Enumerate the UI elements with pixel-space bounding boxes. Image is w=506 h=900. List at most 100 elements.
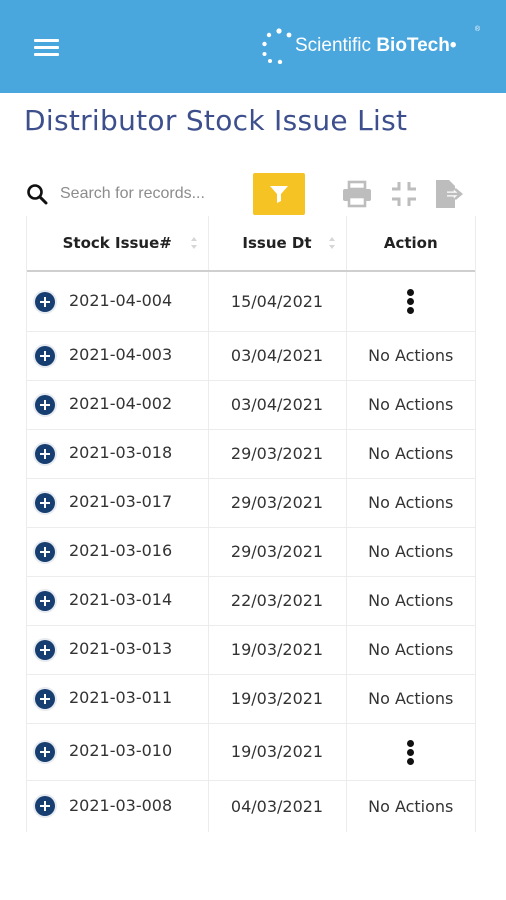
table-row[interactable]: 2021-03-014 22/03/2021 No Actions	[27, 576, 475, 626]
more-actions-icon[interactable]	[407, 288, 415, 315]
sort-icon[interactable]	[190, 236, 198, 250]
filter-icon	[270, 186, 288, 203]
action-cell: No Actions	[346, 780, 475, 832]
stock-issue-cell: 2021-03-013	[27, 625, 209, 675]
issue-date-cell: 29/03/2021	[208, 429, 347, 479]
column-label: Issue Dt	[242, 234, 312, 252]
page-title: Distributor Stock Issue List	[24, 104, 408, 137]
expand-row-icon[interactable]	[35, 394, 55, 415]
expand-row-icon[interactable]	[35, 291, 55, 312]
table-row[interactable]: 2021-03-016 29/03/2021 No Actions	[27, 527, 475, 577]
stock-issue-number: 2021-03-014	[69, 590, 173, 610]
search-input[interactable]	[60, 180, 260, 208]
expand-row-icon[interactable]	[35, 541, 55, 562]
no-actions-label: No Actions	[368, 542, 454, 561]
collapse-icon[interactable]	[387, 177, 421, 211]
stock-issue-cell: 2021-04-004	[27, 271, 209, 332]
action-cell: No Actions	[346, 331, 475, 381]
sort-icon[interactable]	[328, 236, 336, 250]
action-cell: No Actions	[346, 625, 475, 675]
stock-issue-cell: 2021-03-016	[27, 527, 209, 577]
expand-row-icon[interactable]	[35, 443, 55, 464]
stock-issue-number: 2021-03-010	[69, 741, 173, 761]
issue-date-cell: 29/03/2021	[208, 478, 347, 528]
issue-date-cell: 19/03/2021	[208, 723, 347, 781]
table-row[interactable]: 2021-03-010 19/03/2021	[27, 723, 475, 781]
table-row[interactable]: 2021-03-017 29/03/2021 No Actions	[27, 478, 475, 528]
action-cell: No Actions	[346, 429, 475, 479]
issue-date-cell: 03/04/2021	[208, 380, 347, 430]
column-label: Stock Issue#	[62, 234, 172, 252]
menu-icon[interactable]	[34, 39, 59, 57]
expand-row-icon[interactable]	[35, 688, 55, 709]
no-actions-label: No Actions	[368, 591, 454, 610]
table-body: 2021-04-004 15/04/2021 2021-04-003 03/04/20…	[27, 271, 475, 832]
export-icon[interactable]	[432, 177, 466, 211]
table-row[interactable]: 2021-03-011 19/03/2021 No Actions	[27, 674, 475, 724]
no-actions-label: No Actions	[368, 395, 454, 414]
expand-row-icon[interactable]	[35, 741, 55, 762]
stock-issue-cell: 2021-03-017	[27, 478, 209, 528]
column-header-stock-issue[interactable]: Stock Issue#	[27, 216, 209, 272]
expand-row-icon[interactable]	[35, 639, 55, 660]
no-actions-label: No Actions	[368, 640, 454, 659]
column-header-issue-dt[interactable]: Issue Dt	[208, 216, 347, 272]
action-cell: No Actions	[346, 478, 475, 528]
expand-row-icon[interactable]	[35, 345, 55, 366]
brand-name-bold: BioTech	[376, 35, 450, 56]
table-row[interactable]: 2021-03-008 04/03/2021 No Actions	[27, 780, 475, 832]
issue-date-cell: 29/03/2021	[208, 527, 347, 577]
action-cell: No Actions	[346, 674, 475, 724]
expand-row-icon[interactable]	[35, 492, 55, 513]
app-header: Scientific BioTech• ®	[0, 0, 506, 93]
stock-issue-number: 2021-04-003	[69, 345, 173, 365]
action-cell: No Actions	[346, 576, 475, 626]
brand-logo[interactable]: Scientific BioTech• ®	[261, 24, 480, 68]
table-row[interactable]: 2021-03-018 29/03/2021 No Actions	[27, 429, 475, 479]
column-label: Action	[383, 234, 438, 252]
brand-mark: •	[449, 35, 457, 56]
stock-issue-cell: 2021-03-008	[27, 780, 209, 832]
stock-issue-cell: 2021-04-002	[27, 380, 209, 430]
table-row[interactable]: 2021-04-004 15/04/2021	[27, 271, 475, 332]
table-toolbar	[24, 170, 484, 218]
no-actions-label: No Actions	[368, 346, 454, 365]
no-actions-label: No Actions	[368, 689, 454, 708]
brand-name: Scientific BioTech•	[295, 35, 457, 57]
stock-issue-table: Stock Issue# Issue Dt Action 2021-04-004…	[26, 216, 476, 832]
action-cell: No Actions	[346, 380, 475, 430]
stock-issue-number: 2021-03-016	[69, 541, 173, 561]
table-row[interactable]: 2021-04-002 03/04/2021 No Actions	[27, 380, 475, 430]
issue-date-cell: 19/03/2021	[208, 674, 347, 724]
no-actions-label: No Actions	[368, 796, 454, 816]
no-actions-label: No Actions	[368, 493, 454, 512]
stock-issue-number: 2021-03-008	[69, 795, 173, 815]
stock-issue-number: 2021-04-002	[69, 394, 173, 414]
issue-date-cell: 04/03/2021	[208, 780, 347, 832]
stock-issue-number: 2021-03-013	[69, 639, 173, 659]
issue-date-cell: 03/04/2021	[208, 331, 347, 381]
stock-issue-cell: 2021-03-010	[27, 723, 209, 781]
stock-issue-number: 2021-03-017	[69, 492, 173, 512]
stock-issue-cell: 2021-03-014	[27, 576, 209, 626]
print-icon[interactable]	[340, 177, 374, 211]
search-icon[interactable]	[26, 183, 48, 205]
logo-dots-icon	[262, 28, 292, 64]
stock-issue-number: 2021-03-018	[69, 443, 173, 463]
table-row[interactable]: 2021-03-013 19/03/2021 No Actions	[27, 625, 475, 675]
action-cell	[346, 723, 475, 781]
action-cell	[346, 271, 475, 332]
stock-issue-number: 2021-04-004	[69, 291, 173, 310]
stock-issue-cell: 2021-04-003	[27, 331, 209, 381]
filter-button[interactable]	[253, 173, 305, 215]
issue-date-cell: 22/03/2021	[208, 576, 347, 626]
expand-row-icon[interactable]	[35, 796, 55, 817]
expand-row-icon[interactable]	[35, 590, 55, 611]
more-actions-icon[interactable]	[407, 739, 415, 765]
stock-issue-cell: 2021-03-011	[27, 674, 209, 724]
table-row[interactable]: 2021-04-003 03/04/2021 No Actions	[27, 331, 475, 381]
action-cell: No Actions	[346, 527, 475, 577]
stock-issue-cell: 2021-03-018	[27, 429, 209, 479]
brand-trademark: ®	[474, 26, 480, 33]
table-header-row: Stock Issue# Issue Dt Action	[27, 216, 475, 272]
